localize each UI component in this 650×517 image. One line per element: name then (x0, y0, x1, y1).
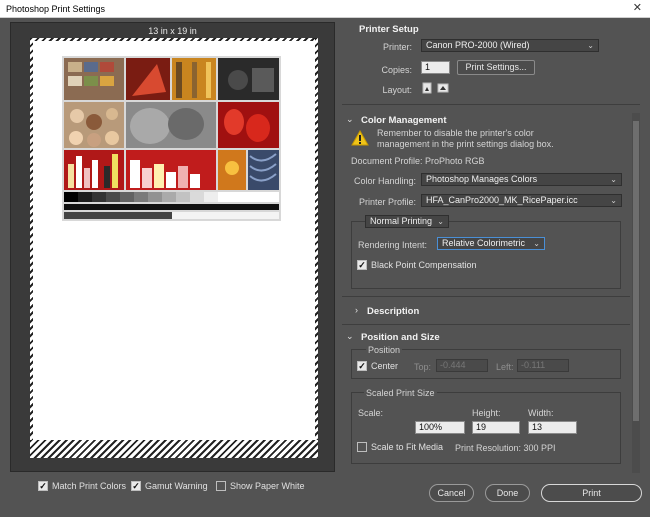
section-divider (342, 296, 630, 297)
printer-select-value: Canon PRO-2000 (Wired) (426, 40, 530, 50)
print-button[interactable]: Print (541, 484, 642, 502)
print-mode-value: Normal Printing (370, 216, 433, 226)
section-divider (342, 324, 630, 325)
print-resolution: Print Resolution: 300 PPI (455, 443, 556, 453)
chevron-down-icon[interactable]: ⌄ (346, 331, 354, 342)
gamut-warning-checkbox[interactable]: ✓ Gamut Warning (131, 481, 208, 491)
left-position-input[interactable]: -0.111 (517, 359, 569, 372)
window-title: Photoshop Print Settings (6, 4, 106, 14)
scale-to-fit-media-checkbox[interactable]: Scale to Fit Media (357, 442, 443, 452)
chevron-down-icon: ⌄ (587, 41, 594, 50)
height-label: Height: (472, 408, 501, 418)
print-image-preview[interactable] (62, 56, 281, 221)
center-label: Center (371, 361, 399, 371)
margin-hatch-top (30, 38, 318, 41)
print-settings-button[interactable]: Print Settings... (457, 60, 535, 75)
color-management-warning: Remember to disable the printer's color … (377, 128, 554, 149)
printer-profile-select[interactable]: HFA_CanPro2000_MK_RicePaper.icc ⌄ (421, 194, 622, 207)
description-heading: Description (367, 306, 420, 317)
match-print-colors-checkbox[interactable]: ✓ Match Print Colors (38, 481, 126, 491)
checkbox-checked-icon[interactable]: ✓ (357, 260, 367, 270)
section-divider (342, 104, 640, 105)
scaled-print-size-title: Scaled Print Size (364, 388, 437, 398)
close-icon[interactable]: ✕ (633, 2, 642, 14)
margin-hatch-left (30, 38, 33, 458)
printer-profile-label: Printer Profile: (358, 197, 416, 207)
done-button[interactable]: Done (485, 484, 530, 502)
left-label: Left: (496, 362, 514, 372)
color-handling-select[interactable]: Photoshop Manages Colors ⌄ (421, 173, 622, 186)
printer-label: Printer: (382, 42, 412, 52)
width-label: Width: (528, 408, 554, 418)
rendering-options-group (351, 221, 621, 289)
show-paper-white-label: Show Paper White (230, 481, 305, 491)
color-management-heading: Color Management (361, 115, 447, 126)
margin-hatch-right (315, 38, 318, 458)
checkbox-checked-icon[interactable]: ✓ (38, 481, 48, 491)
chevron-right-icon[interactable]: › (355, 305, 358, 315)
margin-hatch-bottom (30, 440, 318, 458)
chevron-down-icon: ⌄ (437, 217, 444, 226)
rendering-intent-select[interactable]: Relative Colorimetric ⌄ (437, 237, 545, 250)
landscape-layout-icon[interactable] (437, 82, 449, 94)
copies-input[interactable]: 1 (421, 61, 450, 74)
width-input[interactable]: 13 (528, 421, 577, 434)
black-point-compensation-label: Black Point Compensation (371, 260, 477, 270)
match-print-colors-label: Match Print Colors (52, 481, 127, 491)
rendering-intent-label: Rendering Intent: (358, 240, 428, 250)
checkbox-unchecked-icon[interactable] (357, 442, 367, 452)
chevron-down-icon: ⌄ (610, 196, 617, 205)
print-mode-select[interactable]: Normal Printing ⌄ (365, 215, 449, 228)
settings-scrollbar[interactable] (632, 113, 640, 473)
scale-input[interactable]: 100% (415, 421, 465, 434)
checkbox-unchecked-icon[interactable] (216, 481, 226, 491)
paper-dimensions: 13 in x 19 in (148, 26, 197, 36)
cancel-button[interactable]: Cancel (429, 484, 474, 502)
scale-to-fit-media-label: Scale to Fit Media (371, 442, 444, 452)
scrollbar-thumb[interactable] (633, 121, 639, 421)
chevron-down-icon[interactable]: ⌄ (346, 114, 354, 125)
checkbox-checked-icon[interactable]: ✓ (131, 481, 141, 491)
color-handling-label: Color Handling: (353, 176, 416, 186)
show-paper-white-checkbox[interactable]: Show Paper White (216, 481, 305, 491)
height-input[interactable]: 19 (472, 421, 520, 434)
chevron-down-icon: ⌄ (610, 175, 617, 184)
copies-label: Copies: (381, 65, 412, 75)
layout-label: Layout: (382, 85, 412, 95)
top-position-input[interactable]: -0.444 (436, 359, 488, 372)
document-profile: Document Profile: ProPhoto RGB (351, 156, 485, 166)
chevron-down-icon: ⌄ (533, 239, 540, 248)
paper-sheet (30, 38, 318, 458)
position-and-size-heading: Position and Size (361, 332, 440, 343)
printer-setup-heading: Printer Setup (359, 24, 419, 35)
black-point-compensation-checkbox[interactable]: ✓ Black Point Compensation (357, 260, 477, 270)
color-handling-value: Photoshop Manages Colors (426, 174, 538, 184)
gamut-warning-label: Gamut Warning (145, 481, 208, 491)
title-bar: Photoshop Print Settings ✕ (0, 0, 650, 18)
rendering-intent-value: Relative Colorimetric (442, 238, 526, 248)
print-preview: 13 in x 19 in (10, 22, 335, 472)
scale-label: Scale: (358, 408, 384, 418)
printer-select[interactable]: Canon PRO-2000 (Wired) ⌄ (421, 39, 599, 52)
portrait-layout-icon[interactable] (421, 82, 433, 94)
top-label: Top: (414, 362, 432, 372)
checkbox-checked-icon[interactable]: ✓ (357, 361, 367, 371)
warning-icon (351, 130, 369, 146)
position-group-title: Position (366, 345, 403, 355)
printer-profile-value: HFA_CanPro2000_MK_RicePaper.icc (426, 195, 578, 205)
center-checkbox[interactable]: ✓ Center (357, 361, 398, 371)
